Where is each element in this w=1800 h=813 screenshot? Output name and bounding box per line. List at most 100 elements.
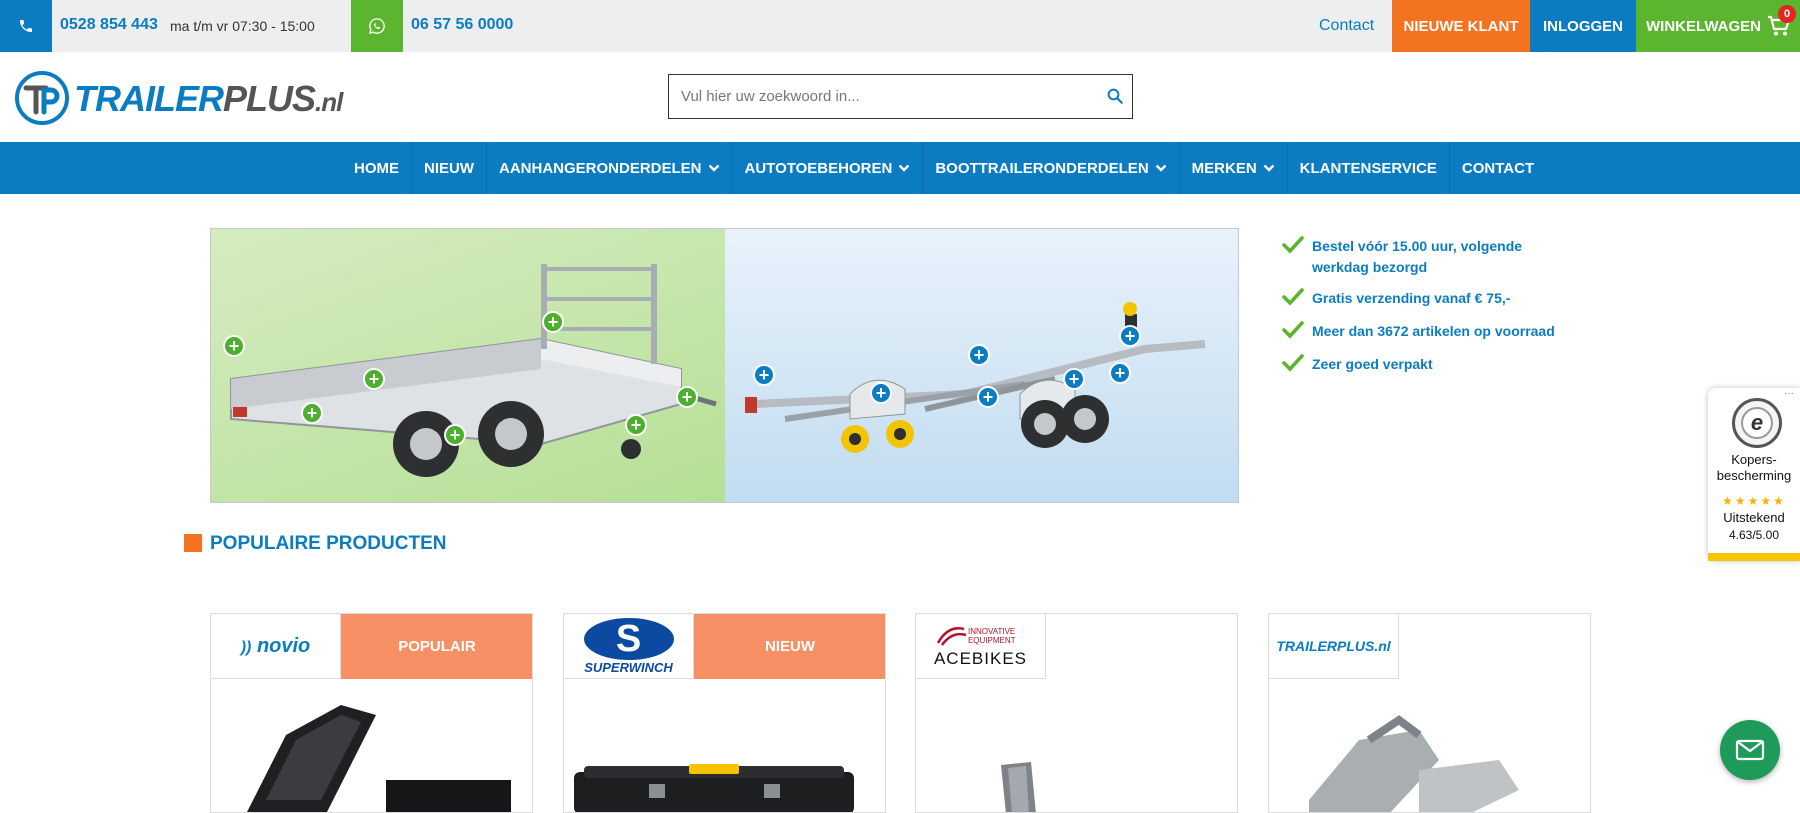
nav-item-klantenservice[interactable]: KLANTENSERVICE	[1286, 142, 1449, 194]
star-icon: ★	[1734, 494, 1748, 508]
trusted-shops-badge[interactable]: ··· e Kopers-bescherming ★★★★★ Uitsteken…	[1708, 388, 1800, 561]
trailer-banner-image[interactable]: + + + + + + +	[211, 229, 725, 502]
rating-stars: ★★★★★	[1708, 494, 1800, 508]
product-card[interactable]: INNOVATIVE EQUIPMENT ACEBIKES	[915, 613, 1238, 813]
nav-item-boottraileronderdelen[interactable]: BOOTTRAILERONDERDELEN	[922, 142, 1178, 194]
logo-text: TRAILERPLUS.nl	[74, 78, 343, 119]
whatsapp-icon[interactable]	[351, 0, 403, 52]
phone-icon[interactable]	[0, 0, 52, 52]
chevron-down-icon	[1155, 160, 1167, 177]
hotspot-plus[interactable]: +	[977, 386, 999, 408]
nav-item-label: NIEUW	[424, 159, 474, 177]
check-icon	[1282, 354, 1312, 377]
hotspot-plus[interactable]: +	[223, 335, 245, 357]
hero-banner: + + + + + + + + + + + + + +	[210, 228, 1239, 503]
star-icon: ★	[1760, 494, 1774, 508]
hotspot-plus[interactable]: +	[870, 382, 892, 404]
badge-accent-bar	[1708, 553, 1800, 561]
chat-button[interactable]	[1720, 720, 1780, 780]
nav-item-label: AANHANGERONDERDELEN	[499, 159, 702, 177]
chevron-down-icon	[1263, 160, 1275, 177]
site-logo[interactable]: TRAILERPLUS.nl	[14, 68, 343, 128]
section-marker	[184, 534, 202, 552]
product-card[interactable]: S SUPERWINCH NIEUW	[563, 613, 886, 813]
search-bar	[668, 74, 1133, 119]
new-customer-button[interactable]: NIEUWE KLANT	[1392, 0, 1530, 52]
star-icon: ★	[1747, 494, 1761, 508]
product-card[interactable]: TRAILERPLUS.nl	[1268, 613, 1591, 813]
buyer-protection-label: Kopers-bescherming	[1716, 452, 1792, 483]
rating-score: 4.63/5.00	[1728, 528, 1780, 542]
boat-trailer-banner-image[interactable]: + + + + + + +	[725, 229, 1238, 502]
nav-item-merken[interactable]: MERKEN	[1178, 142, 1287, 194]
chevron-down-icon	[898, 160, 910, 177]
nav-item-label: BOOTTRAILERONDERDELEN	[935, 159, 1149, 177]
nav-item-label: HOME	[354, 159, 399, 177]
section-title: POPULAIRE PRODUCTEN	[210, 533, 447, 554]
usp-text: Gratis verzending vanaf € 75,-	[1312, 290, 1511, 306]
product-image[interactable]	[211, 680, 532, 812]
trusted-shops-seal-icon: e	[1732, 398, 1782, 448]
product-badge: POPULAIR	[341, 614, 532, 679]
usp-item: Bestel vóór 15.00 uur, volgende werkdag …	[1282, 236, 1582, 278]
whatsapp-number-link[interactable]: 06 57 56 0000	[411, 16, 513, 34]
nav-item-label: KLANTENSERVICE	[1299, 159, 1437, 177]
hotspot-plus[interactable]: +	[968, 344, 990, 366]
check-icon	[1282, 321, 1312, 344]
brand-logo: TRAILERPLUS.nl	[1269, 614, 1399, 679]
check-icon	[1282, 288, 1312, 311]
nav-item-label: CONTACT	[1461, 159, 1535, 177]
usp-item: Zeer goed verpakt	[1282, 354, 1582, 377]
more-icon[interactable]: ···	[1784, 388, 1794, 399]
hotspot-plus[interactable]: +	[753, 364, 775, 386]
top-bar: 0528 854 443 ma t/m vr 07:30 - 15:00 06 …	[0, 0, 1800, 52]
hotspot-plus[interactable]: +	[625, 414, 647, 436]
cart-label: WINKELWAGEN	[1646, 17, 1761, 35]
usp-item: Meer dan 3672 artikelen op voorraad	[1282, 321, 1582, 344]
main-navigation: HOME NIEUW AANHANGERONDERDELEN AUTOTOEBEHOR…	[0, 142, 1800, 194]
hotspot-plus[interactable]: +	[1109, 362, 1131, 384]
cart-button[interactable]: WINKELWAGEN 0	[1636, 0, 1800, 52]
product-image[interactable]	[916, 680, 1237, 812]
hotspot-plus[interactable]: +	[301, 402, 323, 424]
cart-count-badge: 0	[1778, 5, 1796, 23]
search-icon[interactable]	[1106, 87, 1124, 110]
hotspot-plus[interactable]: +	[1119, 325, 1141, 347]
check-icon	[1282, 236, 1312, 259]
star-icon: ★	[1773, 494, 1786, 508]
search-input[interactable]	[669, 75, 1089, 118]
nav-item-home[interactable]: HOME	[342, 142, 411, 194]
nav-item-aanhangeronderdelen[interactable]: AANHANGERONDERDELEN	[486, 142, 732, 194]
logo-emblem	[15, 71, 69, 125]
product-badge: NIEUW	[694, 614, 885, 679]
contact-link[interactable]: Contact	[1319, 17, 1374, 35]
star-icon: ★	[1722, 494, 1735, 508]
usp-text: Zeer goed verpakt	[1312, 356, 1433, 372]
usp-list: Bestel vóór 15.00 uur, volgende werkdag …	[1282, 236, 1582, 387]
nav-item-autotoebehoren[interactable]: AUTOTOEBEHOREN	[731, 142, 923, 194]
product-card[interactable]: )) novio POPULAIR	[210, 613, 533, 813]
nav-item-nieuw[interactable]: NIEUW	[411, 142, 486, 194]
brand-logo: S SUPERWINCH	[564, 614, 694, 679]
nav-item-label: MERKEN	[1191, 159, 1257, 177]
product-image[interactable]	[1269, 680, 1590, 812]
phone-number-link[interactable]: 0528 854 443	[60, 16, 158, 34]
product-image[interactable]	[564, 680, 885, 812]
hotspot-plus[interactable]: +	[363, 368, 385, 390]
brand-logo: )) novio	[211, 614, 341, 679]
nav-item-contact[interactable]: CONTACT	[1448, 142, 1546, 194]
hotspot-plus[interactable]: +	[676, 386, 698, 408]
rating-label: Uitstekend	[1723, 510, 1785, 525]
nav-item-label: AUTOTOEBEHOREN	[744, 159, 893, 177]
usp-text: Meer dan 3672 artikelen op voorraad	[1312, 323, 1555, 339]
brand-logo: INNOVATIVE EQUIPMENT ACEBIKES	[916, 614, 1046, 679]
hotspot-plus[interactable]: +	[542, 311, 564, 333]
mail-chat-icon	[1735, 739, 1765, 761]
opening-hours: ma t/m vr 07:30 - 15:00	[170, 18, 315, 34]
login-button[interactable]: INLOGGEN	[1530, 0, 1636, 52]
usp-item: Gratis verzending vanaf € 75,-	[1282, 288, 1582, 311]
usp-text: Bestel vóór 15.00 uur, volgende werkdag …	[1312, 238, 1523, 275]
hotspot-plus[interactable]: +	[444, 424, 466, 446]
chevron-down-icon	[708, 160, 720, 177]
hotspot-plus[interactable]: +	[1063, 368, 1085, 390]
